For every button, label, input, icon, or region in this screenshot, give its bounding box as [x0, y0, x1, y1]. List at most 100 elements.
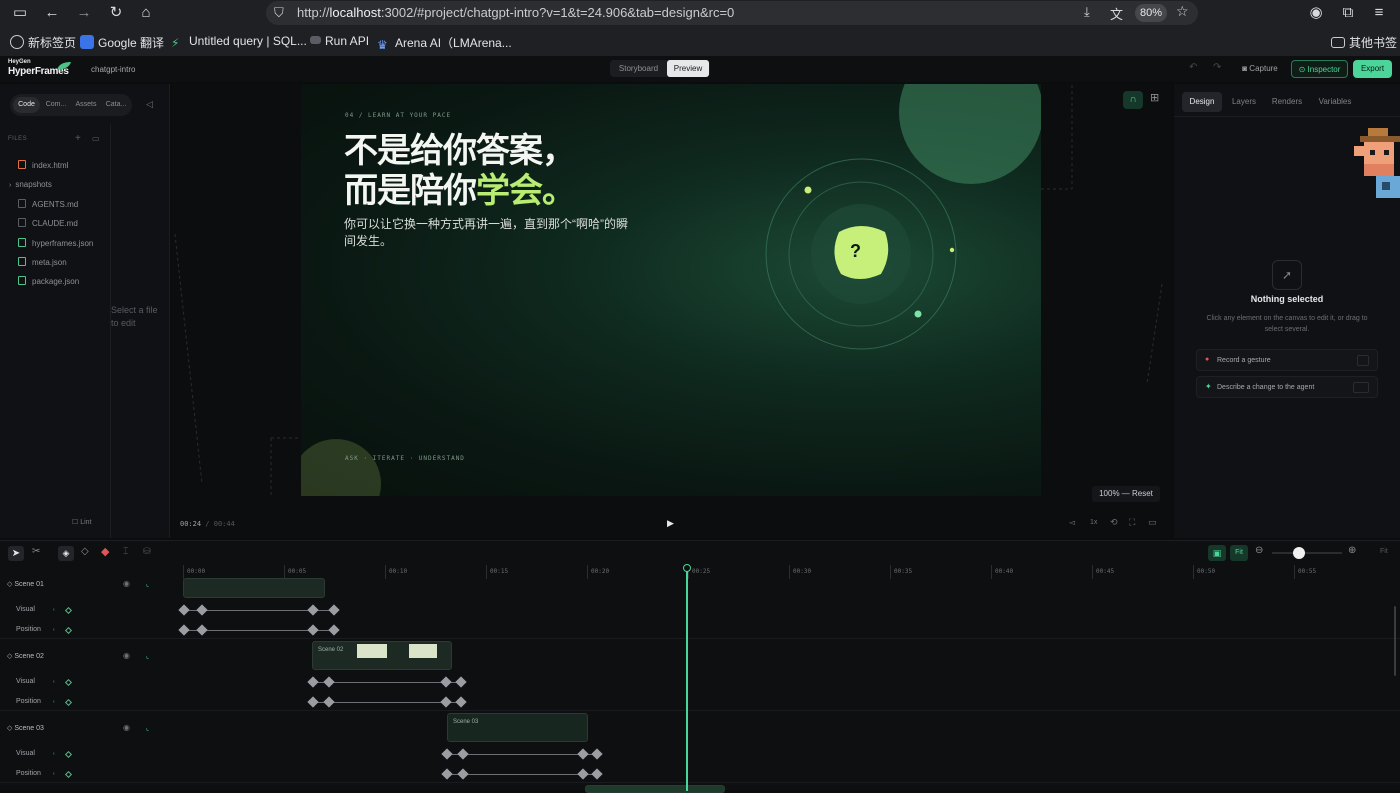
pip-icon[interactable]: ▭ — [1148, 517, 1157, 528]
tab-components[interactable]: Com... — [42, 97, 70, 113]
keyframe[interactable] — [178, 604, 190, 616]
zoom-in-icon[interactable]: ⊕ — [1348, 545, 1356, 556]
scene-clip[interactable] — [585, 785, 725, 793]
layers-icon[interactable]: ⛁ — [143, 546, 151, 557]
keyframe[interactable] — [323, 696, 335, 708]
keyframe[interactable] — [457, 748, 469, 760]
nav-prev-icon[interactable]: ‹ — [53, 627, 55, 633]
address-bar[interactable]: ⛉ http://localhost:3002/#project/chatgpt… — [266, 1, 1198, 25]
capture-button[interactable]: ◙ Capture — [1236, 60, 1284, 78]
extensions-icon[interactable]: ⧉ — [1337, 3, 1359, 23]
keyframe-toggle-icon[interactable] — [64, 626, 73, 635]
nav-prev-icon[interactable]: ‹ — [53, 607, 55, 613]
keyframe[interactable] — [457, 768, 469, 780]
keyframe[interactable] — [455, 696, 467, 708]
keyframe[interactable] — [440, 676, 452, 688]
keyframe[interactable] — [591, 768, 603, 780]
lint-button[interactable]: ☐ Lint — [72, 518, 92, 526]
folder-item[interactable]: › snapshots — [9, 180, 52, 189]
magnet-snap-icon[interactable]: ∩ — [1123, 91, 1143, 109]
select-tool-icon[interactable]: ➤ — [8, 546, 24, 561]
fit-all-button[interactable]: Fit — [1380, 548, 1388, 555]
scene-clip[interactable]: Scene 03 — [447, 713, 588, 742]
tab-code[interactable]: Code — [13, 97, 40, 113]
keyframe[interactable] — [441, 768, 453, 780]
back-icon[interactable]: ← — [41, 3, 63, 23]
export-button[interactable]: Export — [1353, 60, 1392, 78]
reload-icon[interactable]: ↻ — [105, 3, 127, 23]
preview-tab[interactable]: Preview — [667, 60, 709, 77]
keyframe[interactable] — [307, 624, 319, 636]
file-item[interactable]: package.json — [18, 276, 79, 286]
keyframe[interactable] — [441, 748, 453, 760]
keyframe[interactable] — [328, 604, 340, 616]
grid-toggle-icon[interactable]: ⊞ — [1150, 91, 1159, 104]
timeline-scrollbar[interactable] — [1394, 606, 1396, 676]
zoom-reset-button[interactable]: 100% — Reset — [1092, 486, 1160, 502]
play-icon[interactable]: ▶ — [667, 518, 674, 529]
bookmark-run-api[interactable]: Run API — [310, 34, 369, 48]
scissors-icon[interactable]: ✂ — [32, 546, 40, 557]
tab-layers[interactable]: Layers — [1226, 92, 1262, 112]
expand-icon[interactable]: ⌞ — [146, 580, 149, 588]
forward-icon[interactable]: → — [73, 3, 95, 23]
keyframe[interactable] — [307, 676, 319, 688]
describe-change-button[interactable]: ✦ Describe a change to the agent — [1196, 376, 1378, 398]
expand-icon[interactable]: ⌞ — [146, 652, 149, 660]
bookmark-arena-ai[interactable]: ♛ Arena AI（LMArena... — [377, 34, 512, 52]
undo-icon[interactable]: ↶ — [1189, 62, 1197, 73]
zoom-level[interactable]: 80% — [1135, 4, 1167, 22]
playhead-handle[interactable] — [683, 564, 691, 572]
keyframe[interactable] — [307, 696, 319, 708]
bookmark-other[interactable]: 其他书签 — [1331, 34, 1397, 51]
keyframe[interactable] — [328, 624, 340, 636]
profile-icon[interactable]: ◉ — [1305, 3, 1327, 23]
sidebar-toggle-icon[interactable]: ▭ — [9, 3, 31, 23]
scene-row-label[interactable]: ◇ Scene 02 — [7, 652, 44, 660]
expand-icon[interactable]: ⌞ — [146, 724, 149, 732]
scene-clip[interactable]: Scene 02 — [312, 641, 452, 670]
tab-variables[interactable]: Variables — [1312, 92, 1358, 112]
keyframe-toggle-icon[interactable] — [64, 606, 73, 615]
keyframe-toggle-icon[interactable] — [64, 770, 73, 779]
visibility-eye-icon[interactable]: ◉ — [123, 723, 130, 732]
keyframe[interactable] — [577, 768, 589, 780]
site-info-icon[interactable]: ⛉ — [274, 5, 284, 21]
thumbnail-toggle-icon[interactable]: ▣ — [1208, 545, 1226, 561]
time-ruler[interactable] — [183, 565, 1400, 579]
volume-icon[interactable]: ◅ — [1069, 518, 1075, 527]
nav-prev-icon[interactable]: ‹ — [53, 699, 55, 705]
keyframe[interactable] — [455, 676, 467, 688]
file-item[interactable]: index.html — [18, 160, 68, 170]
record-gesture-button[interactable]: ● Record a gesture — [1196, 349, 1378, 371]
keyframe[interactable] — [196, 604, 208, 616]
nav-prev-icon[interactable]: ‹ — [53, 679, 55, 685]
scene-clip[interactable] — [183, 578, 325, 598]
bookmark-untitled-query[interactable]: ⚡ Untitled query | SQL... — [171, 34, 307, 50]
record-keyframe-icon[interactable]: ◆ — [101, 545, 109, 558]
keyframe[interactable] — [577, 748, 589, 760]
scene-row-label[interactable]: ◇ Scene 03 — [7, 724, 44, 732]
tab-catalog[interactable]: Cata... — [102, 97, 130, 113]
fit-button[interactable]: Fit — [1230, 545, 1248, 561]
speed-button[interactable]: 1x — [1090, 519, 1097, 526]
file-item[interactable]: meta.json — [18, 257, 67, 267]
zoom-out-icon[interactable]: ⊖ — [1255, 545, 1263, 556]
bookmark-star-icon[interactable]: ☆ — [1176, 3, 1189, 20]
nav-prev-icon[interactable]: ‹ — [53, 771, 55, 777]
tab-renders[interactable]: Renders — [1266, 92, 1308, 112]
tab-design[interactable]: Design — [1182, 92, 1222, 112]
keyframe-tool-icon[interactable]: ◈ — [58, 546, 74, 561]
add-file-icon[interactable]: + — [75, 133, 81, 144]
keyframe[interactable] — [591, 748, 603, 760]
keyframe[interactable] — [196, 624, 208, 636]
text-cursor-icon[interactable]: ⌶ — [123, 546, 128, 557]
menu-icon[interactable]: ≡ — [1368, 3, 1390, 23]
inspector-button[interactable]: ⊙ Inspector — [1291, 60, 1348, 78]
scene-row-label[interactable]: ◇ Scene 01 — [7, 580, 44, 588]
home-icon[interactable]: ⌂ — [135, 3, 157, 23]
keyframe[interactable] — [178, 624, 190, 636]
bookmark-google-translate[interactable]: Google 翻译 — [80, 34, 164, 51]
zoom-slider-track[interactable] — [1272, 552, 1342, 554]
keyframe[interactable] — [440, 696, 452, 708]
